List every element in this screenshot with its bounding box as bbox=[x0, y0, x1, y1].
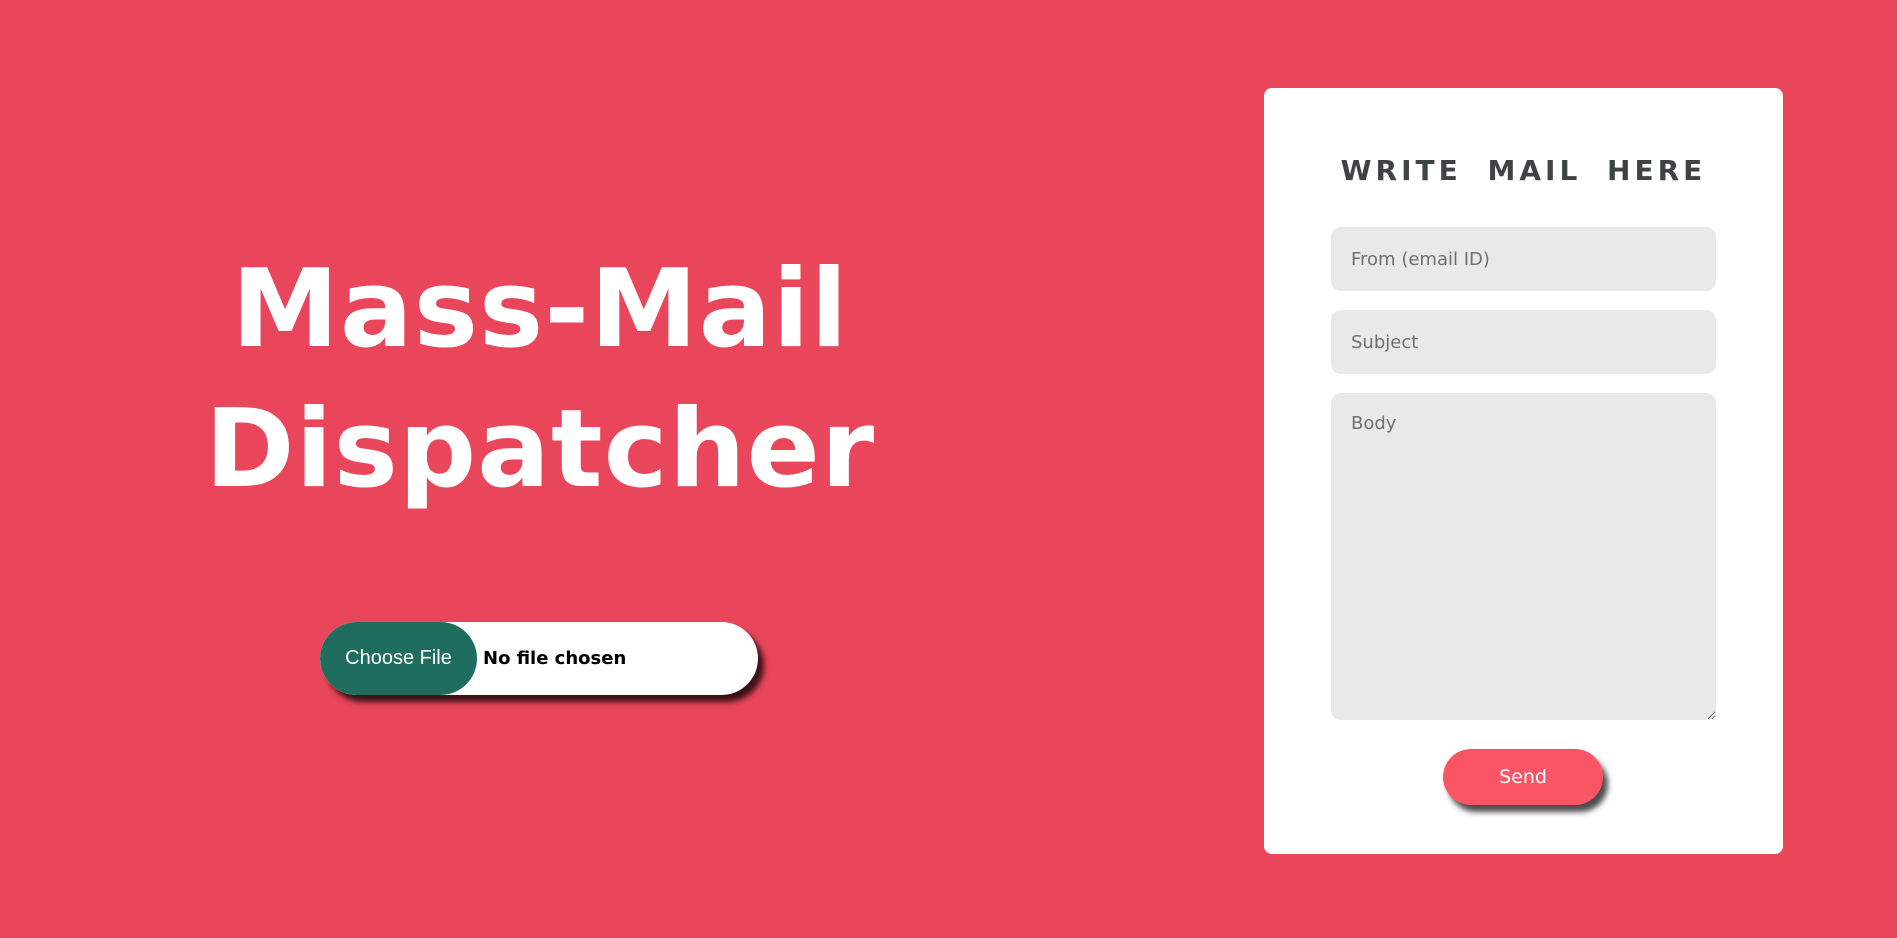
mail-form-card: WRITE MAIL HERE Send bbox=[1264, 88, 1783, 854]
choose-file-button[interactable]: Choose File bbox=[320, 622, 477, 695]
send-button[interactable]: Send bbox=[1443, 749, 1603, 805]
subject-field[interactable] bbox=[1331, 310, 1716, 374]
body-textarea[interactable] bbox=[1331, 393, 1716, 720]
page-title: Mass-Mail Dispatcher bbox=[140, 240, 940, 520]
form-heading: WRITE MAIL HERE bbox=[1340, 154, 1707, 187]
file-status-text: No file chosen bbox=[483, 648, 627, 669]
page-title-line-1: Mass-Mail bbox=[231, 247, 849, 372]
page-title-line-2: Dispatcher bbox=[204, 387, 876, 512]
file-upload-input[interactable]: Choose File No file chosen bbox=[320, 622, 758, 695]
from-email-field[interactable] bbox=[1331, 227, 1716, 291]
